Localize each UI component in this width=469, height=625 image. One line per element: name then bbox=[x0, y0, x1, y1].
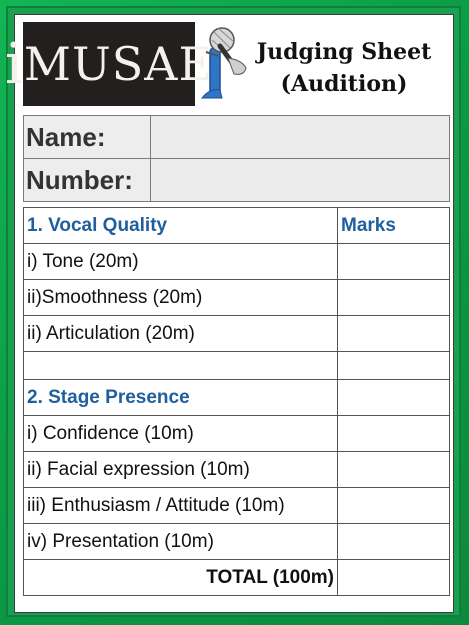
table-row: 1. Vocal Quality Marks bbox=[23, 207, 450, 244]
blank-cell bbox=[23, 351, 338, 380]
table-row: ii) Facial expression (10m) bbox=[23, 451, 450, 488]
blank-cell bbox=[337, 379, 450, 416]
title-line-1: Judging Sheet bbox=[256, 39, 432, 65]
contestant-info-table: Name: Number: bbox=[23, 115, 450, 202]
marks-cell[interactable] bbox=[337, 451, 450, 488]
table-row: i) Confidence (10m) bbox=[23, 415, 450, 452]
total-marks-cell[interactable] bbox=[337, 559, 450, 596]
number-row: Number: bbox=[23, 158, 450, 202]
scoring-table: 1. Vocal Quality Marks i) Tone (20m) ii)… bbox=[23, 207, 450, 596]
marks-cell[interactable] bbox=[337, 523, 450, 560]
marks-header: Marks bbox=[337, 207, 450, 244]
criterion-label: i) Tone (20m) bbox=[23, 243, 338, 280]
page-title: Judging Sheet (Audition) bbox=[248, 36, 440, 100]
marks-cell[interactable] bbox=[337, 487, 450, 524]
name-row: Name: bbox=[23, 115, 450, 159]
criterion-label: ii) Articulation (20m) bbox=[23, 315, 338, 352]
criterion-label: iii) Enthusiasm / Attitude (10m) bbox=[23, 487, 338, 524]
number-field[interactable] bbox=[150, 158, 450, 202]
logo-letter-i: i bbox=[4, 31, 24, 97]
table-row: iv) Presentation (10m) bbox=[23, 523, 450, 560]
name-label: Name: bbox=[23, 115, 151, 159]
marks-cell[interactable] bbox=[337, 243, 450, 280]
number-label: Number: bbox=[23, 158, 151, 202]
criterion-label: iv) Presentation (10m) bbox=[23, 523, 338, 560]
criterion-label: i) Confidence (10m) bbox=[23, 415, 338, 452]
table-row: i) Tone (20m) bbox=[23, 243, 450, 280]
microphone-hand-icon bbox=[200, 27, 247, 99]
blank-cell bbox=[337, 351, 450, 380]
table-row: ii) Articulation (20m) bbox=[23, 315, 450, 352]
marks-cell[interactable] bbox=[337, 415, 450, 452]
criterion-label: ii)Smoothness (20m) bbox=[23, 279, 338, 316]
section-heading: 1. Vocal Quality bbox=[23, 207, 338, 244]
table-row: TOTAL (100m) bbox=[23, 559, 450, 596]
section-heading: 2. Stage Presence bbox=[23, 379, 338, 416]
table-row: iii) Enthusiasm / Attitude (10m) bbox=[23, 487, 450, 524]
title-line-2: (Audition) bbox=[280, 71, 408, 97]
logo-text: MUSAE bbox=[23, 37, 214, 91]
name-field[interactable] bbox=[150, 115, 450, 159]
table-row: ii)Smoothness (20m) bbox=[23, 279, 450, 316]
marks-cell[interactable] bbox=[337, 315, 450, 352]
criterion-label: ii) Facial expression (10m) bbox=[23, 451, 338, 488]
imusae-logo: i MUSAE bbox=[5, 22, 212, 106]
table-row: 2. Stage Presence bbox=[23, 379, 450, 416]
marks-cell[interactable] bbox=[337, 279, 450, 316]
total-label: TOTAL (100m) bbox=[23, 559, 338, 596]
table-row bbox=[23, 351, 450, 380]
